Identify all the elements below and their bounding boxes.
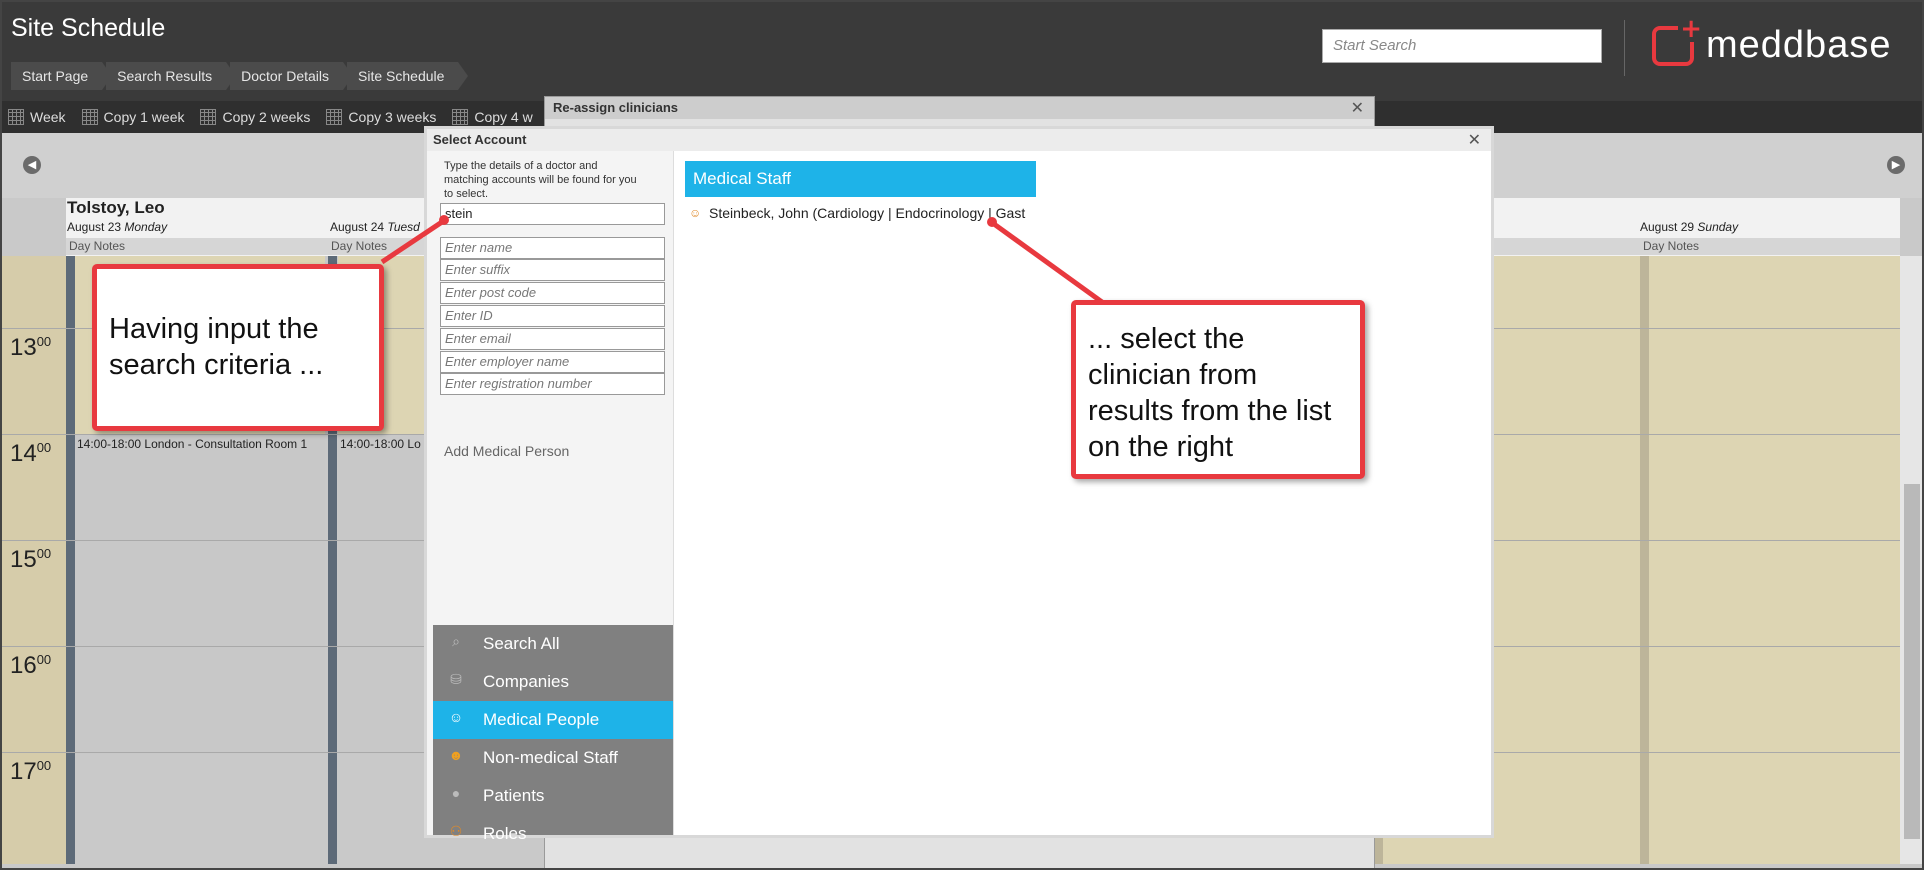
right-pointer-dot — [987, 217, 997, 227]
callout-right-text: ... select the clinician from results fr… — [1088, 323, 1332, 463]
callout-pointers — [380, 215, 1104, 305]
callout-left-text: Having input the search criteria ... — [109, 313, 324, 381]
app-window: Site Schedule Start Page Search Results … — [0, 0, 1924, 870]
left-callout-pointer — [380, 219, 444, 265]
callout-left: Having input the search criteria ... — [92, 264, 384, 431]
right-callout-pointer — [992, 221, 1104, 305]
left-pointer-dot — [439, 215, 449, 225]
callout-right: ... select the clinician from results fr… — [1071, 300, 1365, 479]
